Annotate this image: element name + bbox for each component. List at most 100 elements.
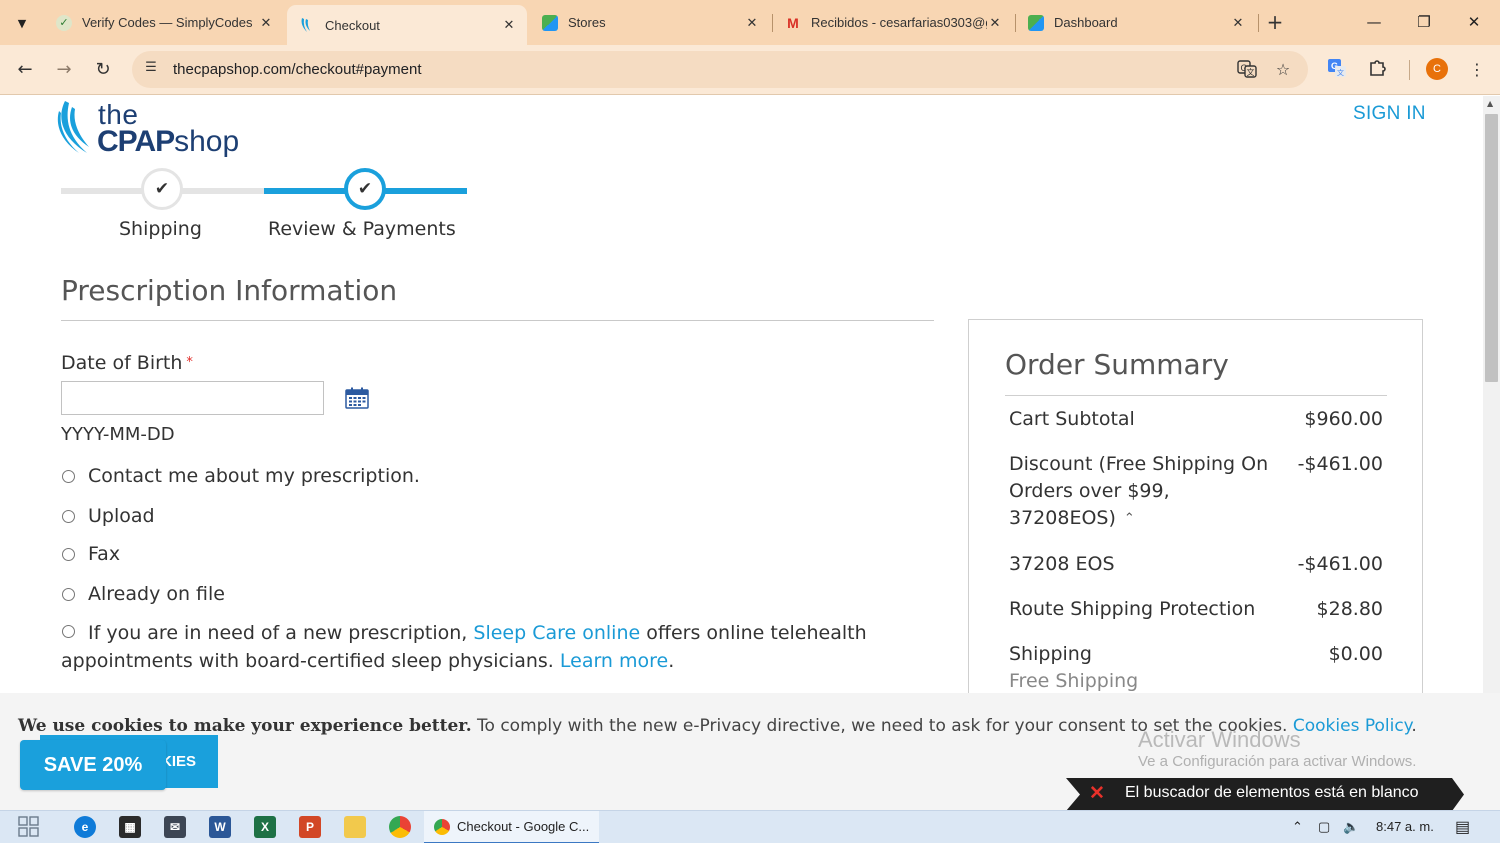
toast-message: El buscador de elementos está en blanco — [1125, 784, 1419, 801]
forward-arrow-icon[interactable]: → — [51, 57, 77, 83]
close-tab-icon[interactable]: ✕ — [501, 17, 517, 33]
powerpoint-icon[interactable]: P — [299, 816, 321, 838]
restore-window-icon[interactable]: ❐ — [1409, 8, 1439, 36]
cookies-policy-link[interactable]: Cookies Policy — [1293, 716, 1411, 736]
step-shipping-label[interactable]: Shipping — [119, 218, 202, 240]
radio-label[interactable]: Fax — [88, 540, 958, 568]
browser-tab-strip: ▼ ✓ Verify Codes — SimplyCodes ✕ Checkou… — [0, 0, 1500, 45]
minimize-icon[interactable]: — — [1359, 8, 1389, 36]
taskbar-clock[interactable]: 8:47 a. m. — [1376, 819, 1434, 834]
radio-label[interactable]: Contact me about my prescription. — [88, 462, 958, 490]
close-tab-icon[interactable]: ✕ — [744, 15, 760, 31]
radio-button[interactable] — [62, 625, 75, 638]
cookie-message-bold: We use cookies to make your experience b… — [18, 716, 472, 736]
cpap-shop-logo[interactable]: the CPAPshop — [55, 99, 255, 159]
order-summary-title: Order Summary — [1005, 348, 1229, 381]
radio-upload[interactable]: Upload — [61, 502, 958, 530]
radio-label[interactable]: Already on file — [88, 580, 958, 608]
mail-icon[interactable]: ✉ — [164, 816, 186, 838]
summary-divider — [1005, 395, 1387, 396]
cookie-message-end: . — [1411, 716, 1417, 736]
chrome-icon[interactable] — [389, 816, 411, 838]
back-arrow-icon[interactable]: ← — [12, 57, 38, 83]
radio-button[interactable] — [62, 588, 75, 601]
close-window-icon[interactable]: ✕ — [1459, 8, 1489, 36]
svg-text:文: 文 — [1337, 68, 1344, 77]
radio-contact-me[interactable]: Contact me about my prescription. — [61, 462, 958, 490]
radio-already-on-file[interactable]: Already on file — [61, 580, 958, 608]
date-of-birth-input[interactable] — [61, 381, 324, 415]
cpap-wing-icon — [57, 101, 89, 153]
activate-windows-title: Activar Windows — [1138, 727, 1301, 752]
calendar-icon[interactable] — [345, 387, 369, 409]
stores-grid-icon — [542, 14, 558, 31]
tab-simplycodes[interactable]: ✓ Verify Codes — SimplyCodes ✕ — [44, 6, 284, 39]
tray-chevron-up-icon[interactable]: ⌃ — [1292, 819, 1303, 835]
required-asterisk: * — [186, 355, 193, 370]
toast-close-icon[interactable]: ✕ — [1089, 782, 1105, 805]
google-translate-extension-icon[interactable]: G文 — [1324, 57, 1350, 83]
summary-row-label: Cart Subtotal — [1009, 408, 1135, 430]
step-shipping-check-icon[interactable]: ✔ — [141, 168, 183, 210]
tab-search-chevron-down-icon[interactable]: ▼ — [8, 9, 36, 37]
tab-title: Recibidos - cesarfarias0303@gmail.com — [811, 15, 987, 30]
radio-button[interactable] — [62, 470, 75, 483]
taskbar-chrome-checkout[interactable]: Checkout - Google C... — [424, 811, 599, 843]
network-icon[interactable]: ▢ — [1318, 819, 1330, 835]
windows-taskbar: e ▦ ✉ W X P Checkout - Google C... ⌃ ▢ 🔈… — [0, 810, 1500, 843]
task-view-icon[interactable] — [18, 816, 40, 838]
logo-cpap-text: CPAP — [97, 125, 175, 158]
site-settings-icon[interactable]: ☰ — [142, 60, 160, 78]
shipping-label-text: Shipping — [1009, 643, 1092, 665]
radio-button[interactable] — [62, 548, 75, 561]
radio-telehealth[interactable]: If you are in need of a new prescription… — [61, 619, 941, 675]
close-tab-icon[interactable]: ✕ — [1230, 15, 1246, 31]
chevron-up-icon[interactable]: ⌃ — [1124, 505, 1135, 532]
sign-in-link[interactable]: SIGN IN — [1353, 103, 1426, 125]
extensions-puzzle-icon[interactable] — [1365, 57, 1391, 83]
radio-fax[interactable]: Fax — [61, 540, 958, 568]
new-tab-plus-icon[interactable]: + — [1263, 11, 1287, 35]
logo-wordmark: CPAPshop — [97, 125, 239, 159]
chrome-icon — [434, 818, 450, 835]
url-text[interactable]: thecpapshop.com/checkout#payment — [173, 61, 422, 78]
sleep-care-online-link[interactable]: Sleep Care online — [473, 622, 640, 644]
microsoft-store-icon[interactable]: ▦ — [119, 816, 141, 838]
simplycodes-check-icon: ✓ — [56, 14, 72, 31]
scrollbar-thumb[interactable] — [1485, 114, 1498, 382]
radio-label[interactable]: Upload — [88, 502, 958, 530]
reload-icon[interactable]: ↻ — [90, 57, 116, 83]
scroll-up-arrow-icon[interactable]: ▲ — [1487, 99, 1493, 108]
tab-stores[interactable]: Stores ✕ — [530, 6, 770, 39]
address-bar[interactable]: ☰ thecpapshop.com/checkout#payment G文 ☆ — [132, 51, 1308, 88]
profile-avatar[interactable]: C — [1426, 58, 1448, 80]
translate-icon[interactable]: G文 — [1236, 59, 1258, 81]
summary-row-label: Route Shipping Protection — [1009, 598, 1256, 620]
notifications-icon[interactable]: ▤ — [1455, 817, 1470, 837]
summary-row-shipping: Shipping Free Shipping $0.00 — [1009, 641, 1383, 697]
dob-label-text: Date of Birth — [61, 352, 183, 374]
radio-button[interactable] — [62, 510, 75, 523]
taskbar-task-title: Checkout - Google C... — [457, 819, 590, 834]
volume-icon[interactable]: 🔈 — [1343, 819, 1359, 835]
tab-checkout[interactable]: Checkout ✕ — [287, 5, 527, 45]
close-tab-icon[interactable]: ✕ — [258, 15, 274, 31]
excel-icon[interactable]: X — [254, 816, 276, 838]
tab-title: Dashboard — [1054, 15, 1118, 30]
tab-gmail[interactable]: M Recibidos - cesarfarias0303@gmail.com … — [773, 6, 1013, 39]
summary-row-discount[interactable]: Discount (Free Shipping On Orders over $… — [1009, 451, 1383, 533]
word-icon[interactable]: W — [209, 816, 231, 838]
page-title: Prescription Information — [61, 274, 398, 307]
summary-row-label: 37208 EOS — [1009, 553, 1115, 575]
summary-row-value: -$461.00 — [1297, 453, 1383, 475]
file-explorer-icon[interactable] — [344, 816, 366, 838]
kebab-menu-icon[interactable]: ⋮ — [1464, 57, 1490, 83]
tab-dashboard[interactable]: Dashboard ✕ — [1016, 6, 1256, 39]
edge-browser-icon[interactable]: e — [74, 816, 96, 838]
section-divider — [61, 320, 934, 321]
learn-more-link[interactable]: Learn more — [560, 650, 668, 672]
save-20-percent-badge[interactable]: SAVE 20% — [20, 740, 166, 790]
bookmark-star-icon[interactable]: ☆ — [1272, 59, 1294, 81]
close-tab-icon[interactable]: ✕ — [987, 15, 1003, 31]
cpap-wing-icon — [299, 17, 315, 33]
